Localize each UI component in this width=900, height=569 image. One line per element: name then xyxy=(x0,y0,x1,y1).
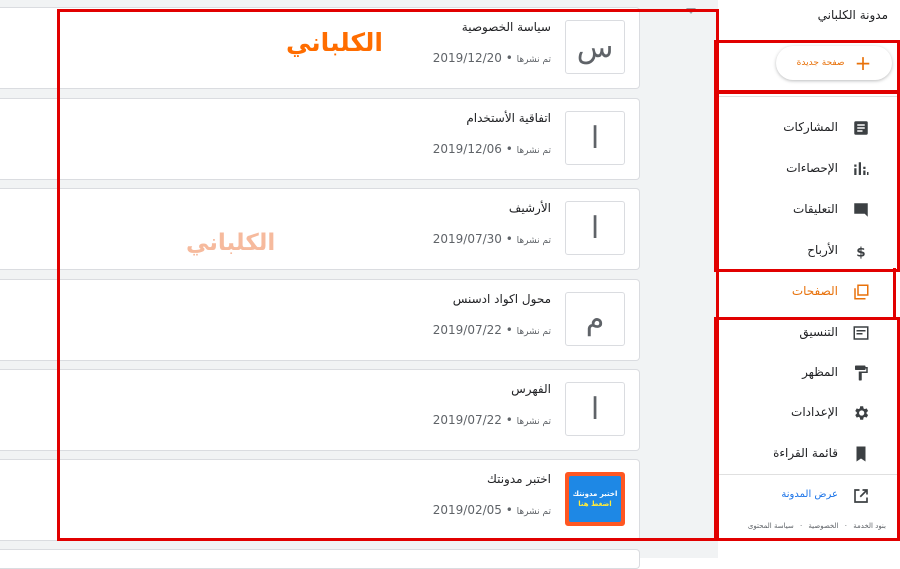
annotation-connector xyxy=(893,268,896,320)
sidebar-item-pages[interactable]: الصفحات xyxy=(718,272,900,312)
blog-title[interactable]: مدونة الكلباني xyxy=(818,8,888,22)
page-row[interactable] xyxy=(0,549,640,569)
annotation-box-new-page xyxy=(714,40,900,94)
sidebar-item-label: الصفحات xyxy=(791,284,838,298)
annotation-box-pages-list xyxy=(57,9,719,541)
pages-icon xyxy=(854,284,869,300)
annotation-connector xyxy=(716,272,719,317)
annotation-box-nav xyxy=(714,90,900,272)
annotation-box-nav-lower xyxy=(714,317,900,541)
